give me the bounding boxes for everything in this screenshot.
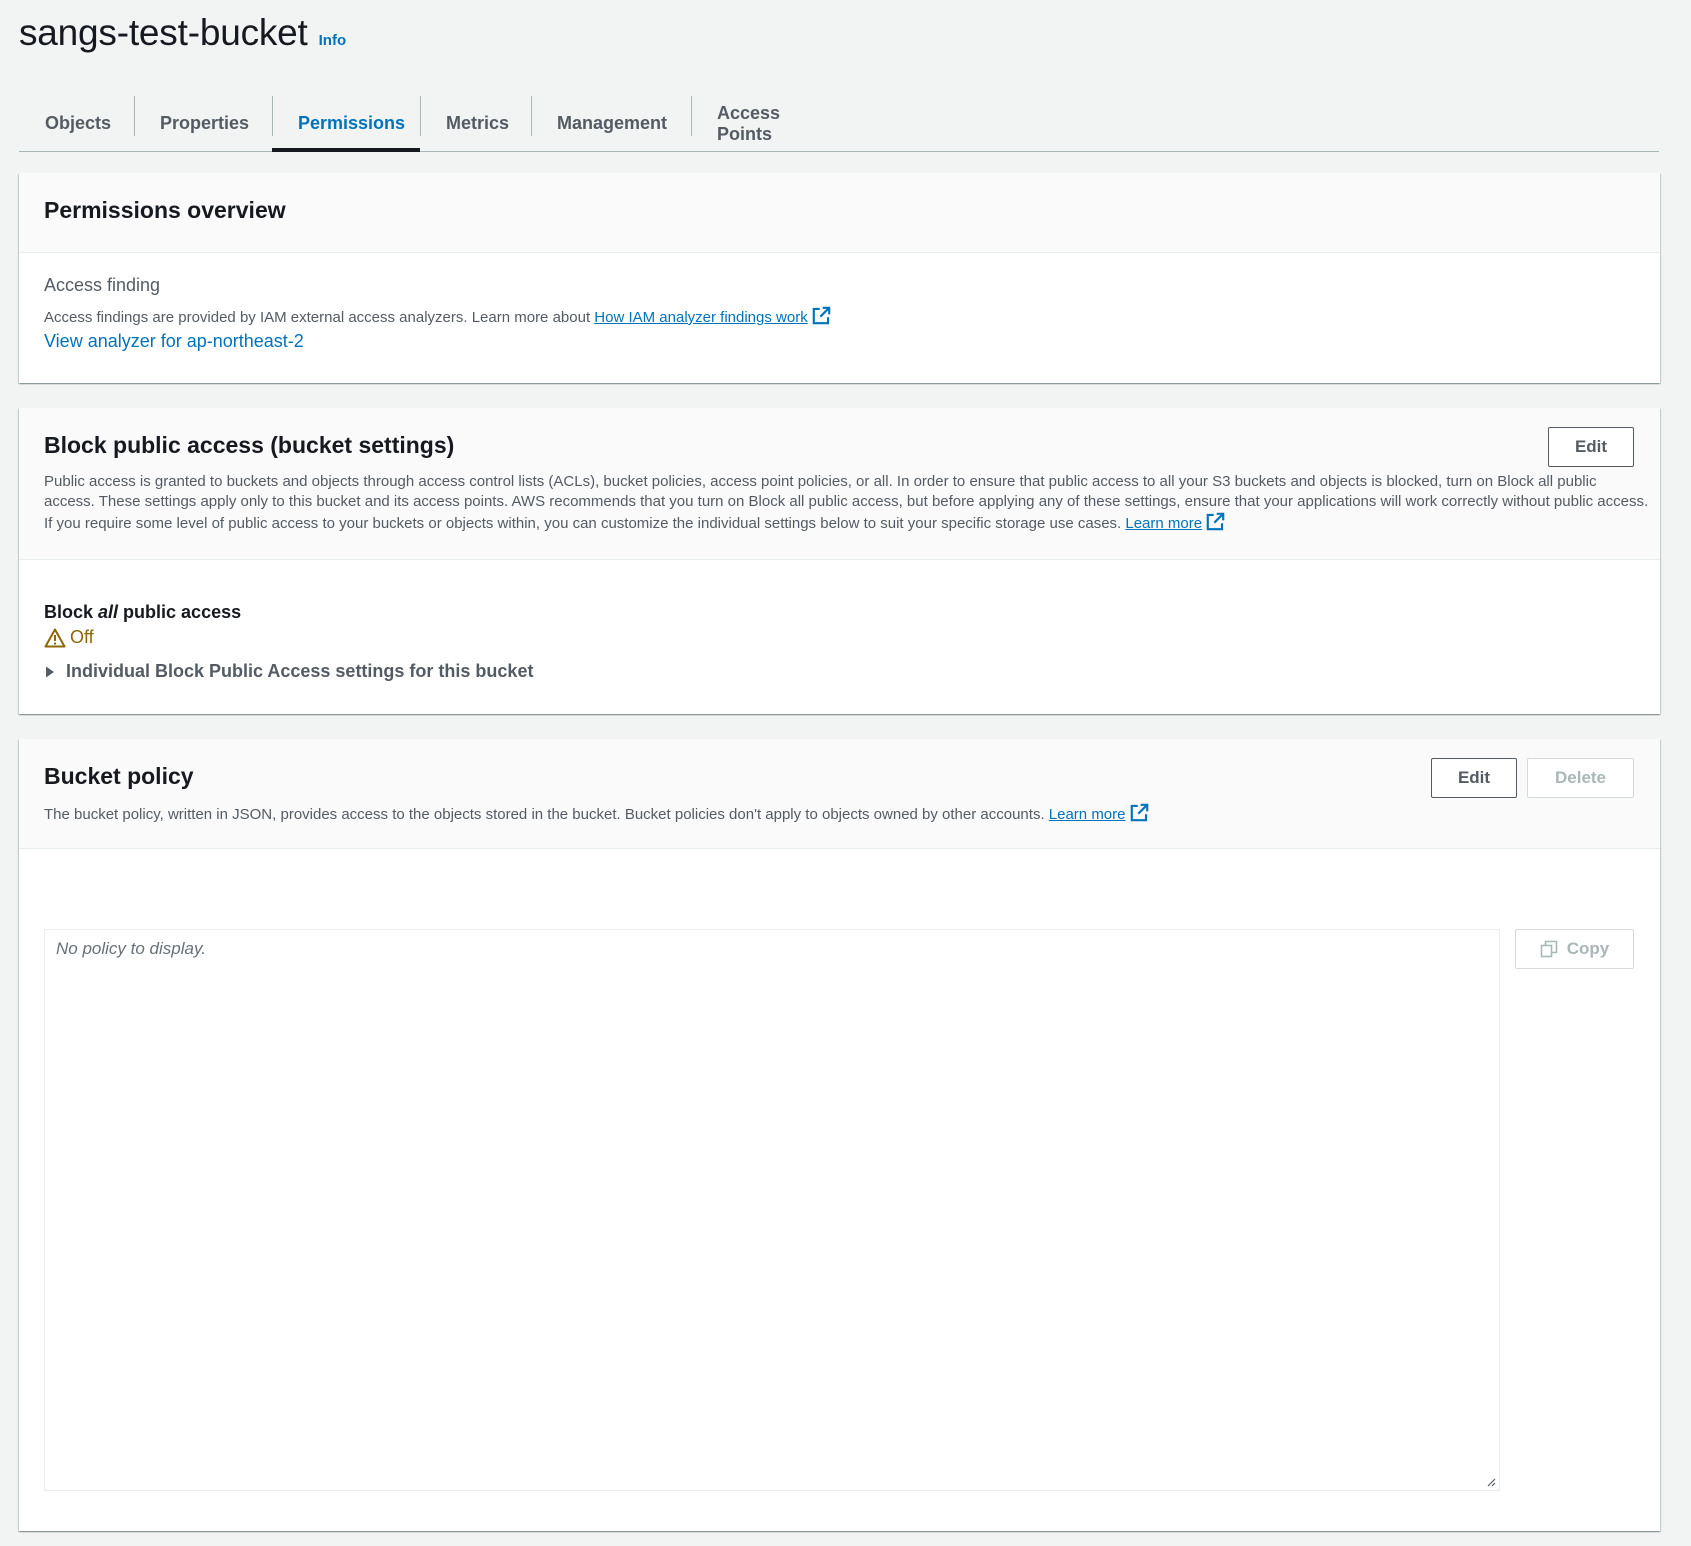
- tab-permissions[interactable]: Permissions: [272, 96, 420, 152]
- permissions-overview-header: Permissions overview: [19, 173, 1660, 253]
- view-analyzer-link[interactable]: View analyzer for ap-northeast-2: [44, 331, 304, 352]
- block-public-access-edit-button[interactable]: Edit: [1548, 427, 1634, 467]
- caret-right-icon: [46, 666, 54, 677]
- block-public-access-description: Public access is granted to buckets and …: [44, 472, 1649, 534]
- block-public-access-title: Block public access (bucket settings): [44, 432, 455, 458]
- block-public-access-learn-more-link[interactable]: Learn more: [1125, 515, 1202, 532]
- access-finding-label: Access finding: [44, 275, 161, 295]
- bucket-policy-title: Bucket policy: [44, 763, 194, 789]
- external-link-icon[interactable]: [812, 306, 831, 325]
- block-public-access-text: Public access is granted to buckets and …: [44, 473, 1649, 532]
- bucket-policy-text: The bucket policy, written in JSON, prov…: [44, 806, 1049, 823]
- bucket-policy-panel: Bucket policy Edit Delete The bucket pol…: [19, 739, 1660, 1531]
- bucket-policy-learn-more-link[interactable]: Learn more: [1049, 806, 1126, 823]
- iam-analyzer-findings-link[interactable]: How IAM analyzer findings work: [594, 309, 807, 326]
- resize-handle-icon[interactable]: [1486, 1477, 1496, 1487]
- block-all-suffix: public access: [118, 602, 242, 622]
- access-finding-description: Access findings are provided by IAM exte…: [44, 306, 831, 328]
- tab-access-points[interactable]: Access Points: [691, 96, 853, 151]
- copy-label: Copy: [1566, 939, 1610, 958]
- page-title: sangs-test-bucket: [19, 12, 308, 53]
- tab-objects[interactable]: Objects: [19, 96, 134, 151]
- bucket-policy-edit-button[interactable]: Edit: [1431, 758, 1517, 798]
- policy-placeholder: No policy to display.: [56, 939, 206, 958]
- copy-policy-button[interactable]: Copy: [1515, 929, 1634, 969]
- copy-icon: [1540, 940, 1558, 958]
- bucket-policy-header: Bucket policy Edit Delete The bucket pol…: [19, 739, 1660, 849]
- bucket-policy-delete-button[interactable]: Delete: [1527, 758, 1634, 798]
- tab-bar: Objects Properties Permissions Metrics M…: [19, 96, 1659, 152]
- tab-properties[interactable]: Properties: [134, 96, 272, 151]
- block-public-access-panel: Block public access (bucket settings) Ed…: [19, 408, 1660, 714]
- policy-editor[interactable]: No policy to display.: [44, 929, 1500, 1491]
- individual-settings-label: Individual Block Public Access settings …: [66, 661, 534, 681]
- block-all-public-access-label: Block all public access: [44, 602, 241, 623]
- access-finding-text: Access findings are provided by IAM exte…: [44, 309, 595, 326]
- block-all-status-text: Off: [70, 627, 94, 647]
- block-all-emphasis: all: [98, 602, 119, 622]
- permissions-overview-title: Permissions overview: [44, 197, 286, 223]
- info-link[interactable]: Info: [319, 32, 347, 49]
- tab-management[interactable]: Management: [531, 96, 691, 151]
- page-header: sangs-test-bucket Info: [19, 12, 346, 54]
- individual-settings-expander[interactable]: Individual Block Public Access settings …: [44, 661, 533, 682]
- external-link-icon[interactable]: [1206, 512, 1225, 531]
- block-all-prefix: Block: [44, 602, 99, 622]
- tab-metrics[interactable]: Metrics: [420, 96, 531, 151]
- block-public-access-header: Block public access (bucket settings) Ed…: [19, 408, 1660, 560]
- block-all-status: Off: [44, 627, 94, 648]
- permissions-overview-panel: Permissions overview Access finding Acce…: [19, 173, 1660, 383]
- external-link-icon[interactable]: [1130, 803, 1149, 822]
- warning-icon: [44, 628, 66, 647]
- bucket-policy-description: The bucket policy, written in JSON, prov…: [44, 803, 1149, 825]
